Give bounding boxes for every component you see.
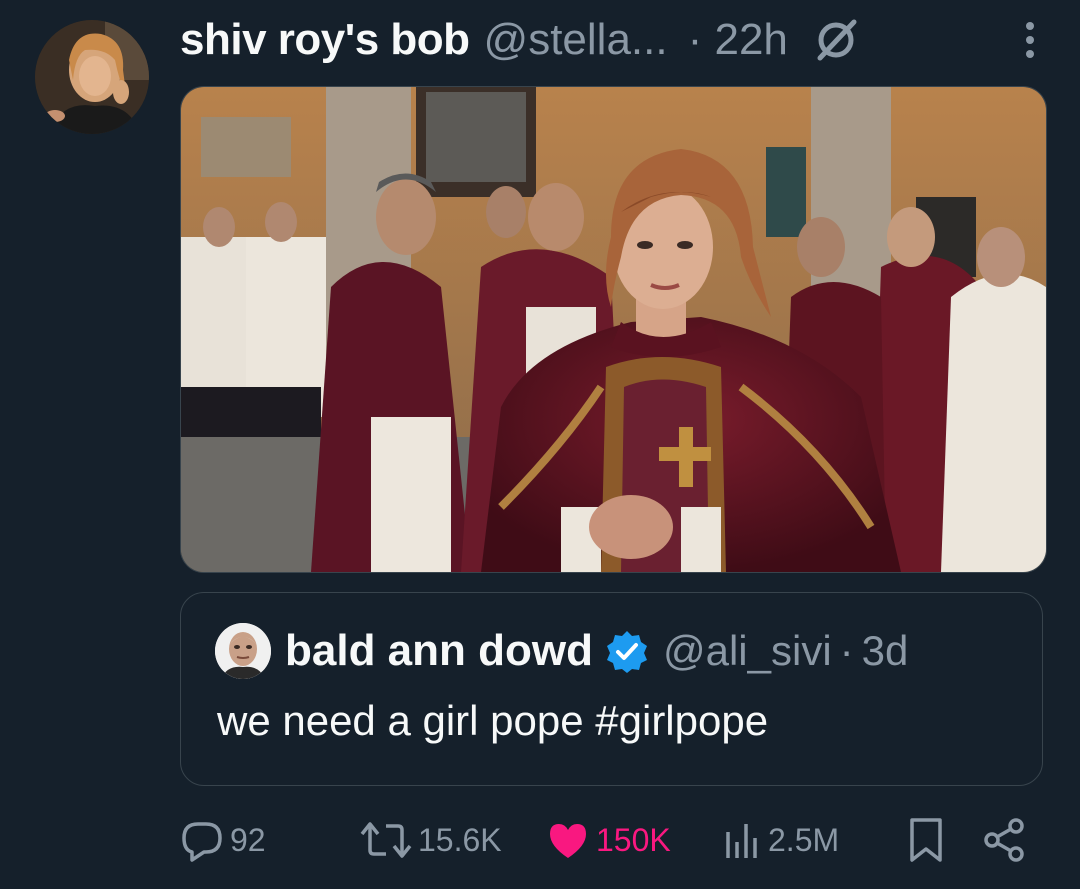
views-icon [722,818,762,862]
quoted-tweet-header: bald ann dowd @ali_sivi · 3d [215,621,908,681]
reply-button[interactable]: 92 [180,812,266,868]
quoted-separator: · [839,627,854,674]
views-button[interactable]: 2.5M [722,812,839,868]
like-count: 150K [596,821,671,858]
tweet-media-photo[interactable] [180,86,1047,573]
repost-icon [360,818,412,862]
author-display-name[interactable]: shiv roy's bob [180,15,470,65]
quoted-tweet[interactable]: bald ann dowd @ali_sivi · 3d we need a g… [180,592,1043,786]
verified-badge-icon [605,629,649,673]
quoted-author-display-name[interactable]: bald ann dowd [285,626,593,676]
views-count: 2.5M [768,821,840,858]
bookmark-button[interactable] [906,812,946,868]
repost-button[interactable]: 15.6K [360,812,502,868]
grok-icon[interactable] [812,16,860,64]
quoted-tweet-time[interactable]: 3d [862,627,909,675]
share-icon [980,816,1028,864]
author-avatar[interactable] [35,20,149,134]
repost-count: 15.6K [418,821,502,858]
reply-count: 92 [230,821,266,858]
quoted-tweet-text: we need a girl pope #girlpope [217,697,769,744]
quoted-author-handle[interactable]: @ali_sivi [663,627,832,675]
like-icon [546,818,590,862]
tweet-action-bar: 92 15.6K 150K 2.5M [180,812,1040,868]
like-button[interactable]: 150K [546,812,671,868]
tweet-time[interactable]: · 22h [688,15,788,65]
author-handle[interactable]: @stella... [484,15,668,65]
share-button[interactable] [980,812,1028,868]
tweet-header: shiv roy's bob @stella... · 22h [180,10,1050,70]
quoted-author-avatar[interactable] [215,623,271,679]
reply-icon [180,818,224,862]
bookmark-icon [906,816,946,864]
more-vertical-icon[interactable] [1010,12,1050,68]
